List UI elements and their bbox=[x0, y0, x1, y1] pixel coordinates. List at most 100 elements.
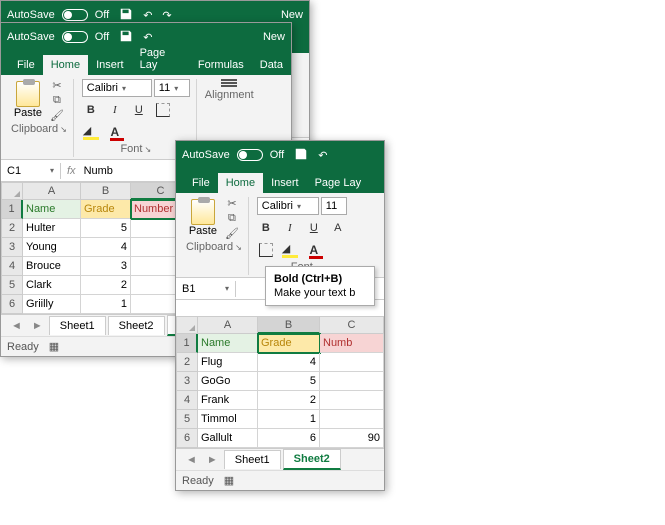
col-header-b[interactable]: B bbox=[258, 316, 320, 334]
cell[interactable]: 3 bbox=[81, 257, 131, 276]
format-painter-icon[interactable]: 🖌 bbox=[50, 109, 64, 121]
cell[interactable]: Griilly bbox=[23, 295, 81, 314]
font-grow-icon[interactable]: A bbox=[329, 219, 347, 237]
cell[interactable]: Grade bbox=[81, 200, 131, 219]
sheet-tab-1[interactable]: Sheet1 bbox=[49, 316, 106, 335]
italic-button[interactable]: I bbox=[106, 101, 124, 119]
paste-button[interactable]: Paste bbox=[189, 199, 217, 237]
copy-icon[interactable]: ⧉ bbox=[225, 212, 239, 224]
cell[interactable]: 2 bbox=[81, 276, 131, 295]
tab-file[interactable]: File bbox=[9, 55, 43, 75]
cell[interactable]: Name bbox=[198, 334, 258, 353]
macro-record-icon[interactable]: ▦ bbox=[224, 474, 234, 487]
tab-home[interactable]: Home bbox=[218, 173, 263, 193]
name-box[interactable]: C1▾ bbox=[1, 163, 61, 179]
cell-selected[interactable]: Grade bbox=[258, 334, 320, 353]
cell[interactable] bbox=[320, 353, 384, 372]
tab-data[interactable]: Data bbox=[252, 55, 291, 75]
cell[interactable]: 6 bbox=[258, 429, 320, 448]
cut-icon[interactable]: ✂ bbox=[50, 79, 64, 91]
col-header-a[interactable]: A bbox=[23, 182, 81, 200]
cell[interactable]: 1 bbox=[81, 295, 131, 314]
cell[interactable]: Young bbox=[23, 238, 81, 257]
cell[interactable]: 4 bbox=[81, 238, 131, 257]
select-all-corner[interactable] bbox=[1, 182, 23, 200]
copy-icon[interactable]: ⧉ bbox=[50, 94, 64, 106]
tab-pagelayout[interactable]: Page Lay bbox=[132, 43, 190, 75]
font-color-button[interactable]: A bbox=[106, 123, 124, 141]
tab-home[interactable]: Home bbox=[43, 55, 88, 75]
name-box[interactable]: B1▾ bbox=[176, 281, 236, 297]
cell[interactable] bbox=[320, 372, 384, 391]
cell[interactable]: Frank bbox=[198, 391, 258, 410]
undo-icon[interactable]: ↶ bbox=[143, 9, 152, 22]
sheet-nav-prev-icon[interactable]: ◄ bbox=[7, 320, 26, 332]
align-icon[interactable] bbox=[221, 79, 237, 87]
row-header[interactable]: 6 bbox=[1, 295, 23, 314]
row-header[interactable]: 1 bbox=[176, 334, 198, 353]
cell[interactable]: 4 bbox=[258, 353, 320, 372]
row-header[interactable]: 4 bbox=[1, 257, 23, 276]
format-painter-icon[interactable]: 🖌 bbox=[225, 227, 239, 239]
cell[interactable]: Name bbox=[23, 200, 81, 219]
cell[interactable]: Brouce bbox=[23, 257, 81, 276]
bold-button[interactable]: B bbox=[82, 101, 100, 119]
select-all-corner[interactable] bbox=[176, 316, 198, 334]
undo-icon[interactable]: ↶ bbox=[318, 149, 327, 162]
fill-color-button[interactable]: ◢ bbox=[281, 241, 299, 259]
italic-button[interactable]: I bbox=[281, 219, 299, 237]
cell[interactable]: 2 bbox=[258, 391, 320, 410]
font-size-select[interactable]: 11▾ bbox=[154, 79, 190, 97]
col-header-c[interactable]: C bbox=[320, 316, 384, 334]
font-name-select[interactable]: Calibri▾ bbox=[257, 197, 319, 215]
undo-icon[interactable]: ↶ bbox=[143, 31, 152, 44]
row-header[interactable]: 3 bbox=[176, 372, 198, 391]
font-size-select[interactable]: 11 bbox=[321, 197, 347, 215]
tab-file[interactable]: File bbox=[184, 173, 218, 193]
autosave-toggle[interactable]: AutoSaveOff bbox=[7, 31, 109, 43]
row-header[interactable]: 6 bbox=[176, 429, 198, 448]
macro-record-icon[interactable]: ▦ bbox=[49, 340, 59, 353]
tab-insert[interactable]: Insert bbox=[263, 173, 307, 193]
cell[interactable]: 1 bbox=[258, 410, 320, 429]
cell[interactable]: 5 bbox=[258, 372, 320, 391]
sheet-nav-next-icon[interactable]: ► bbox=[28, 320, 47, 332]
tab-pagelayout[interactable]: Page Lay bbox=[307, 173, 369, 193]
save-icon[interactable] bbox=[119, 7, 133, 24]
paste-button[interactable]: Paste bbox=[14, 81, 42, 119]
sheet-tab-2[interactable]: Sheet2 bbox=[108, 316, 165, 335]
cut-icon[interactable]: ✂ bbox=[225, 197, 239, 209]
font-name-select[interactable]: Calibri▾ bbox=[82, 79, 152, 97]
underline-button[interactable]: U bbox=[130, 101, 148, 119]
col-header-b[interactable]: B bbox=[81, 182, 131, 200]
cell[interactable]: 5 bbox=[81, 219, 131, 238]
row-header[interactable]: 2 bbox=[1, 219, 23, 238]
row-header[interactable]: 5 bbox=[1, 276, 23, 295]
autosave-toggle[interactable]: AutoSave Off bbox=[7, 9, 109, 21]
row-header[interactable]: 4 bbox=[176, 391, 198, 410]
sheet-nav-prev-icon[interactable]: ◄ bbox=[182, 454, 201, 466]
save-icon[interactable] bbox=[294, 147, 308, 164]
sheet-tab-2[interactable]: Sheet2 bbox=[283, 449, 341, 470]
row-header[interactable]: 1 bbox=[1, 200, 23, 219]
fill-color-button[interactable]: ◢ bbox=[82, 123, 100, 141]
row-header[interactable]: 2 bbox=[176, 353, 198, 372]
cell[interactable] bbox=[320, 410, 384, 429]
col-header-a[interactable]: A bbox=[198, 316, 258, 334]
border-button[interactable] bbox=[257, 241, 275, 259]
sheet-tab-1[interactable]: Sheet1 bbox=[224, 450, 281, 469]
redo-icon[interactable]: ↷ bbox=[162, 9, 171, 22]
underline-button[interactable]: U bbox=[305, 219, 323, 237]
cell[interactable] bbox=[320, 391, 384, 410]
font-color-button[interactable]: A bbox=[305, 241, 323, 259]
bold-button[interactable]: B bbox=[257, 219, 275, 237]
row-header[interactable]: 3 bbox=[1, 238, 23, 257]
autosave-toggle[interactable]: AutoSaveOff bbox=[182, 149, 284, 161]
tab-formulas[interactable]: Formulas bbox=[190, 55, 252, 75]
cell[interactable]: Timmol bbox=[198, 410, 258, 429]
row-header[interactable]: 5 bbox=[176, 410, 198, 429]
cell[interactable]: Flug bbox=[198, 353, 258, 372]
cell[interactable]: Gallult bbox=[198, 429, 258, 448]
cell[interactable]: Numb bbox=[320, 334, 384, 353]
cell[interactable]: GoGo bbox=[198, 372, 258, 391]
